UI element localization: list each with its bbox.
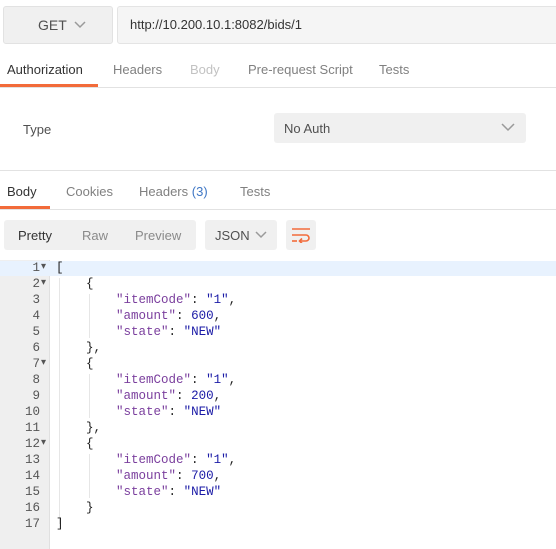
fold-arrow-icon[interactable]: ▾ xyxy=(41,437,46,449)
code-line: 4 "amount": 600, xyxy=(0,308,556,324)
section-divider xyxy=(0,170,556,171)
tab-tests[interactable]: Tests xyxy=(379,62,409,77)
active-response-tab-indicator xyxy=(0,206,50,209)
line-number: 6 xyxy=(32,341,40,355)
tab-response-body[interactable]: Body xyxy=(7,184,37,199)
line-number: 10 xyxy=(24,405,40,419)
code-line: 9 "amount": 200, xyxy=(0,388,556,404)
code-text: }, xyxy=(86,341,102,355)
wrap-lines-button[interactable] xyxy=(286,220,316,250)
code-line: 17] xyxy=(0,516,556,532)
method-select[interactable]: GET xyxy=(3,6,113,44)
line-number: 14 xyxy=(24,469,40,483)
tab-body[interactable]: Body xyxy=(190,62,220,77)
code-line: 6 }, xyxy=(0,340,556,356)
raw-button[interactable]: Raw xyxy=(82,228,108,243)
code-text: }, xyxy=(86,421,102,435)
request-bar: GET http://10.200.10.1:8082/bids/1 xyxy=(0,0,556,48)
tab-headers[interactable]: Headers xyxy=(113,62,162,77)
code-line: 10 "state": "NEW" xyxy=(0,404,556,420)
preview-button[interactable]: Preview xyxy=(135,228,181,243)
code-line: 5 "state": "NEW" xyxy=(0,324,556,340)
auth-type-value: No Auth xyxy=(284,121,331,136)
fold-arrow-icon[interactable]: ▾ xyxy=(41,277,46,289)
code-line: 16 } xyxy=(0,500,556,516)
code-line: 7 ▾ { xyxy=(0,356,556,372)
code-text: "state": "NEW" xyxy=(116,405,222,419)
code-text: "amount": 700, xyxy=(116,469,222,483)
line-number: 9 xyxy=(32,389,40,403)
code-text: "amount": 600, xyxy=(116,309,222,323)
line-number: 17 xyxy=(24,517,40,531)
chevron-down-icon xyxy=(501,123,515,132)
code-text: "state": "NEW" xyxy=(116,325,222,339)
line-number: 7 xyxy=(32,357,40,371)
url-input[interactable]: http://10.200.10.1:8082/bids/1 xyxy=(117,6,556,44)
line-number: 11 xyxy=(24,421,40,435)
code-line: 3 "itemCode": "1", xyxy=(0,292,556,308)
code-text: { xyxy=(86,277,94,291)
line-number: 2 xyxy=(32,277,40,291)
code-text: "amount": 200, xyxy=(116,389,222,403)
code-text: { xyxy=(86,357,94,371)
code-text: ] xyxy=(56,517,64,531)
line-number: 3 xyxy=(32,293,40,307)
fold-arrow-icon[interactable]: ▾ xyxy=(41,357,46,369)
code-line: 12 ▾ { xyxy=(0,436,556,452)
method-label: GET xyxy=(38,17,67,33)
code-line: 11 }, xyxy=(0,420,556,436)
tab-pre-request-script[interactable]: Pre-request Script xyxy=(248,62,353,77)
line-number: 16 xyxy=(24,501,40,515)
code-line: 2 ▾ { xyxy=(0,276,556,292)
wrap-lines-icon xyxy=(292,228,310,243)
view-mode-group: Pretty Raw Preview xyxy=(4,220,196,250)
headers-count-badge: (3) xyxy=(191,184,208,199)
auth-type-select[interactable]: No Auth xyxy=(274,113,526,143)
code-text: { xyxy=(86,437,94,451)
line-number: 5 xyxy=(32,325,40,339)
code-text: "itemCode": "1", xyxy=(116,453,237,467)
line-number: 12 xyxy=(24,437,40,451)
active-tab-indicator xyxy=(0,84,98,87)
response-tabs: Body Cookies Headers (3) Tests xyxy=(0,174,556,210)
tab-response-headers[interactable]: Headers (3) xyxy=(139,184,208,199)
auth-panel: Type No Auth xyxy=(0,88,556,168)
code-line: 15 "state": "NEW" xyxy=(0,484,556,500)
pretty-button[interactable]: Pretty xyxy=(18,228,52,243)
line-number: 8 xyxy=(32,373,40,387)
line-number: 4 xyxy=(32,309,40,323)
line-number: 13 xyxy=(24,453,40,467)
response-toolbar: Pretty Raw Preview JSON xyxy=(0,220,556,252)
code-text: "itemCode": "1", xyxy=(116,293,237,307)
format-value: JSON xyxy=(215,228,250,243)
code-line: 8 "itemCode": "1", xyxy=(0,372,556,388)
url-text: http://10.200.10.1:8082/bids/1 xyxy=(130,17,303,32)
code-text: "state": "NEW" xyxy=(116,485,222,499)
format-select[interactable]: JSON xyxy=(205,220,277,250)
tab-authorization[interactable]: Authorization xyxy=(7,62,83,77)
response-editor[interactable]: 1 ▾[2 ▾ {3 "itemCode": "1", 4 "amount": 600… xyxy=(0,260,556,549)
line-number: 15 xyxy=(24,485,40,499)
request-tabs: Authorization Headers Body Pre-request S… xyxy=(0,52,556,88)
code-line: 13 "itemCode": "1", xyxy=(0,452,556,468)
chevron-down-icon xyxy=(255,231,267,239)
code-line: 1 ▾ [ xyxy=(0,260,556,276)
tab-cookies[interactable]: Cookies xyxy=(66,184,113,199)
tab-response-tests[interactable]: Tests xyxy=(240,184,270,199)
fold-arrow-icon[interactable]: ▾ xyxy=(41,261,46,273)
code-text: "itemCode": "1", xyxy=(116,373,237,387)
code-text: [ xyxy=(56,261,64,275)
chevron-down-icon xyxy=(74,21,86,29)
response-headers-label: Headers xyxy=(139,184,189,199)
line-number: 1 xyxy=(32,261,40,275)
code-text: } xyxy=(86,501,94,515)
auth-type-label: Type xyxy=(23,122,52,137)
code-line: 14 "amount": 700, xyxy=(0,468,556,484)
